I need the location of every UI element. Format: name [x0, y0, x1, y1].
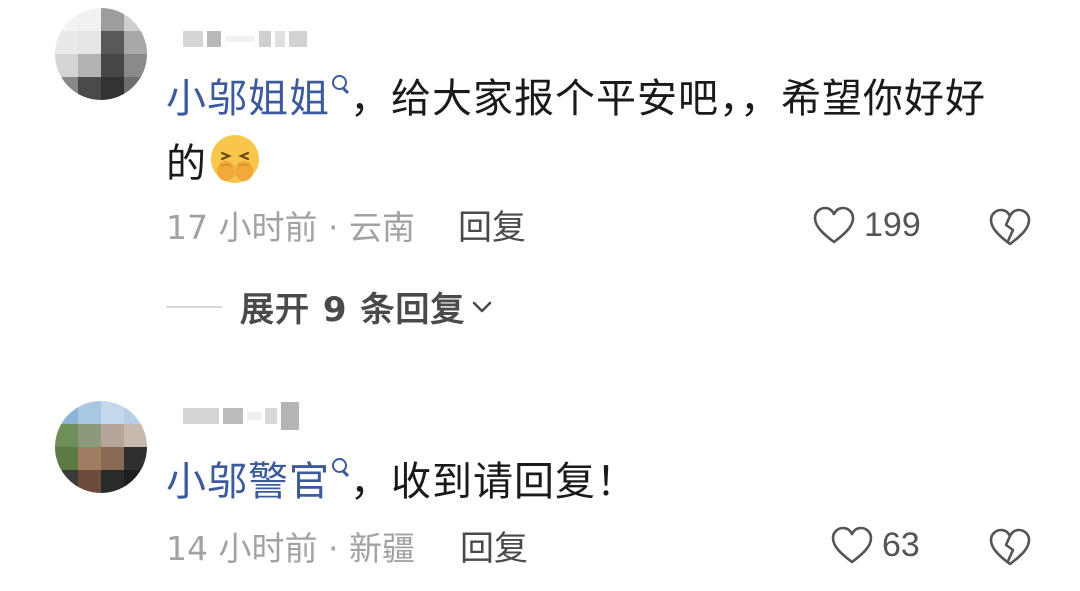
reply-button[interactable]: 回复 [460, 529, 528, 569]
comment-text: 小邬警官 ，收到请回复！ [166, 450, 1026, 515]
expand-replies-button[interactable]: 展开 9 条回复 [166, 282, 493, 331]
reply-button[interactable]: 回复 [458, 208, 526, 248]
search-icon [330, 458, 350, 482]
comment-meta: 17 小时前 · 云南 [166, 208, 415, 247]
avatar[interactable] [55, 8, 147, 100]
comment-body: ，收到请回复！ [350, 459, 637, 505]
like-count: 63 [882, 525, 920, 564]
heart-outline-icon [831, 526, 873, 564]
divider [166, 305, 222, 308]
comment-text: 小邬姐姐 ，给大家报个平安吧，，希望你好好的 [166, 67, 1026, 197]
expand-replies-label: 展开 9 条回复 [240, 290, 466, 330]
like-button[interactable]: 63 [830, 525, 920, 565]
comment-item: 小邬姐姐 ，给大家报个平安吧，，希望你好好的 17 小时前 · 云南 回复 199… [0, 0, 1080, 340]
comment-meta: 14 小时前 · 新疆 [166, 529, 415, 568]
username-redacted[interactable] [183, 24, 307, 54]
heart-outline-icon [813, 206, 855, 244]
mention-link[interactable]: 小邬姐姐 [166, 75, 350, 122]
username-redacted[interactable] [183, 401, 299, 431]
like-count: 199 [864, 205, 921, 244]
emoji-covering-face-icon [211, 135, 259, 183]
avatar[interactable] [55, 401, 147, 493]
broken-heart-icon[interactable] [988, 207, 1032, 247]
like-button[interactable]: 199 [812, 205, 921, 245]
comment-item: 小邬警官 ，收到请回复！ 14 小时前 · 新疆 回复 63 [0, 395, 1080, 591]
search-icon [330, 75, 350, 99]
mention-link[interactable]: 小邬警官 [166, 458, 350, 505]
broken-heart-icon[interactable] [988, 527, 1032, 567]
chevron-down-icon [473, 301, 492, 312]
